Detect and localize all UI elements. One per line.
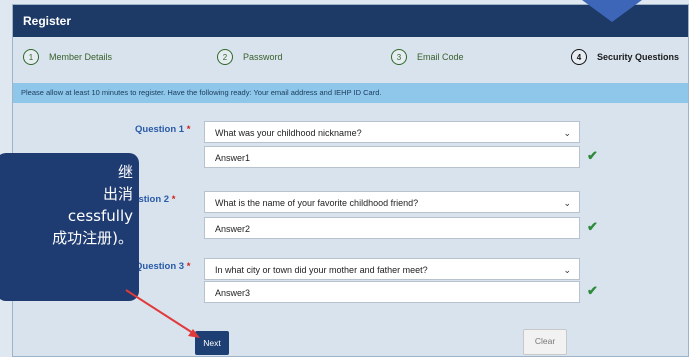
chevron-down-icon: ⌄ (563, 198, 571, 208)
corner-triangle-icon (582, 0, 642, 22)
step-member-details[interactable]: 1 Member Details (23, 49, 112, 65)
step-number-icon: 3 (391, 49, 407, 65)
step-email-code[interactable]: 3 Email Code (391, 49, 464, 65)
chevron-down-icon: ⌄ (563, 128, 571, 138)
step-label: Email Code (417, 52, 464, 62)
callout-line: cessfully (67, 207, 133, 225)
callout-line: 出消 (102, 185, 133, 203)
step-number-icon: 2 (217, 49, 233, 65)
required-marker: * (171, 194, 176, 205)
question-3-label: Question 3 * (135, 261, 191, 272)
next-button[interactable]: Next (195, 331, 229, 355)
chevron-down-icon: ⌄ (563, 265, 571, 275)
callout-line: 成功注册)。 (52, 229, 133, 247)
info-notice: Please allow at least 10 minutes to regi… (13, 83, 688, 103)
question-1-label: Question 1 * (135, 124, 191, 135)
tutorial-callout: 继 出消 cessfully 成功注册)。 (0, 153, 139, 301)
step-number-icon: 1 (23, 49, 39, 65)
question-1-select[interactable]: What was your childhood nickname? ⌄ (204, 121, 580, 143)
step-label: Password (243, 52, 283, 62)
step-label: Security Questions (597, 52, 680, 62)
step-label: Member Details (49, 52, 113, 62)
checkmark-icon: ✔ (587, 283, 598, 298)
answer-3-input[interactable]: Answer3 (204, 281, 580, 303)
clear-button[interactable]: Clear (523, 329, 567, 355)
question-2-select[interactable]: What is the name of your favorite childh… (204, 191, 580, 213)
checkmark-icon: ✔ (587, 148, 598, 163)
question-3-select[interactable]: In what city or town did your mother and… (204, 258, 580, 280)
answer-2-input[interactable]: Answer2 (204, 217, 580, 239)
answer-1-input[interactable]: Answer1 (204, 146, 580, 168)
progress-steps: 1 Member Details 2 Password 3 Email Code… (13, 37, 688, 79)
checkmark-icon: ✔ (587, 219, 598, 234)
step-password[interactable]: 2 Password (217, 49, 283, 65)
required-marker: * (186, 124, 191, 135)
callout-line: 继 (117, 163, 133, 181)
step-number-icon: 4 (571, 49, 587, 65)
required-marker: * (186, 261, 191, 272)
step-security-questions[interactable]: 4 Security Questions (571, 49, 679, 65)
